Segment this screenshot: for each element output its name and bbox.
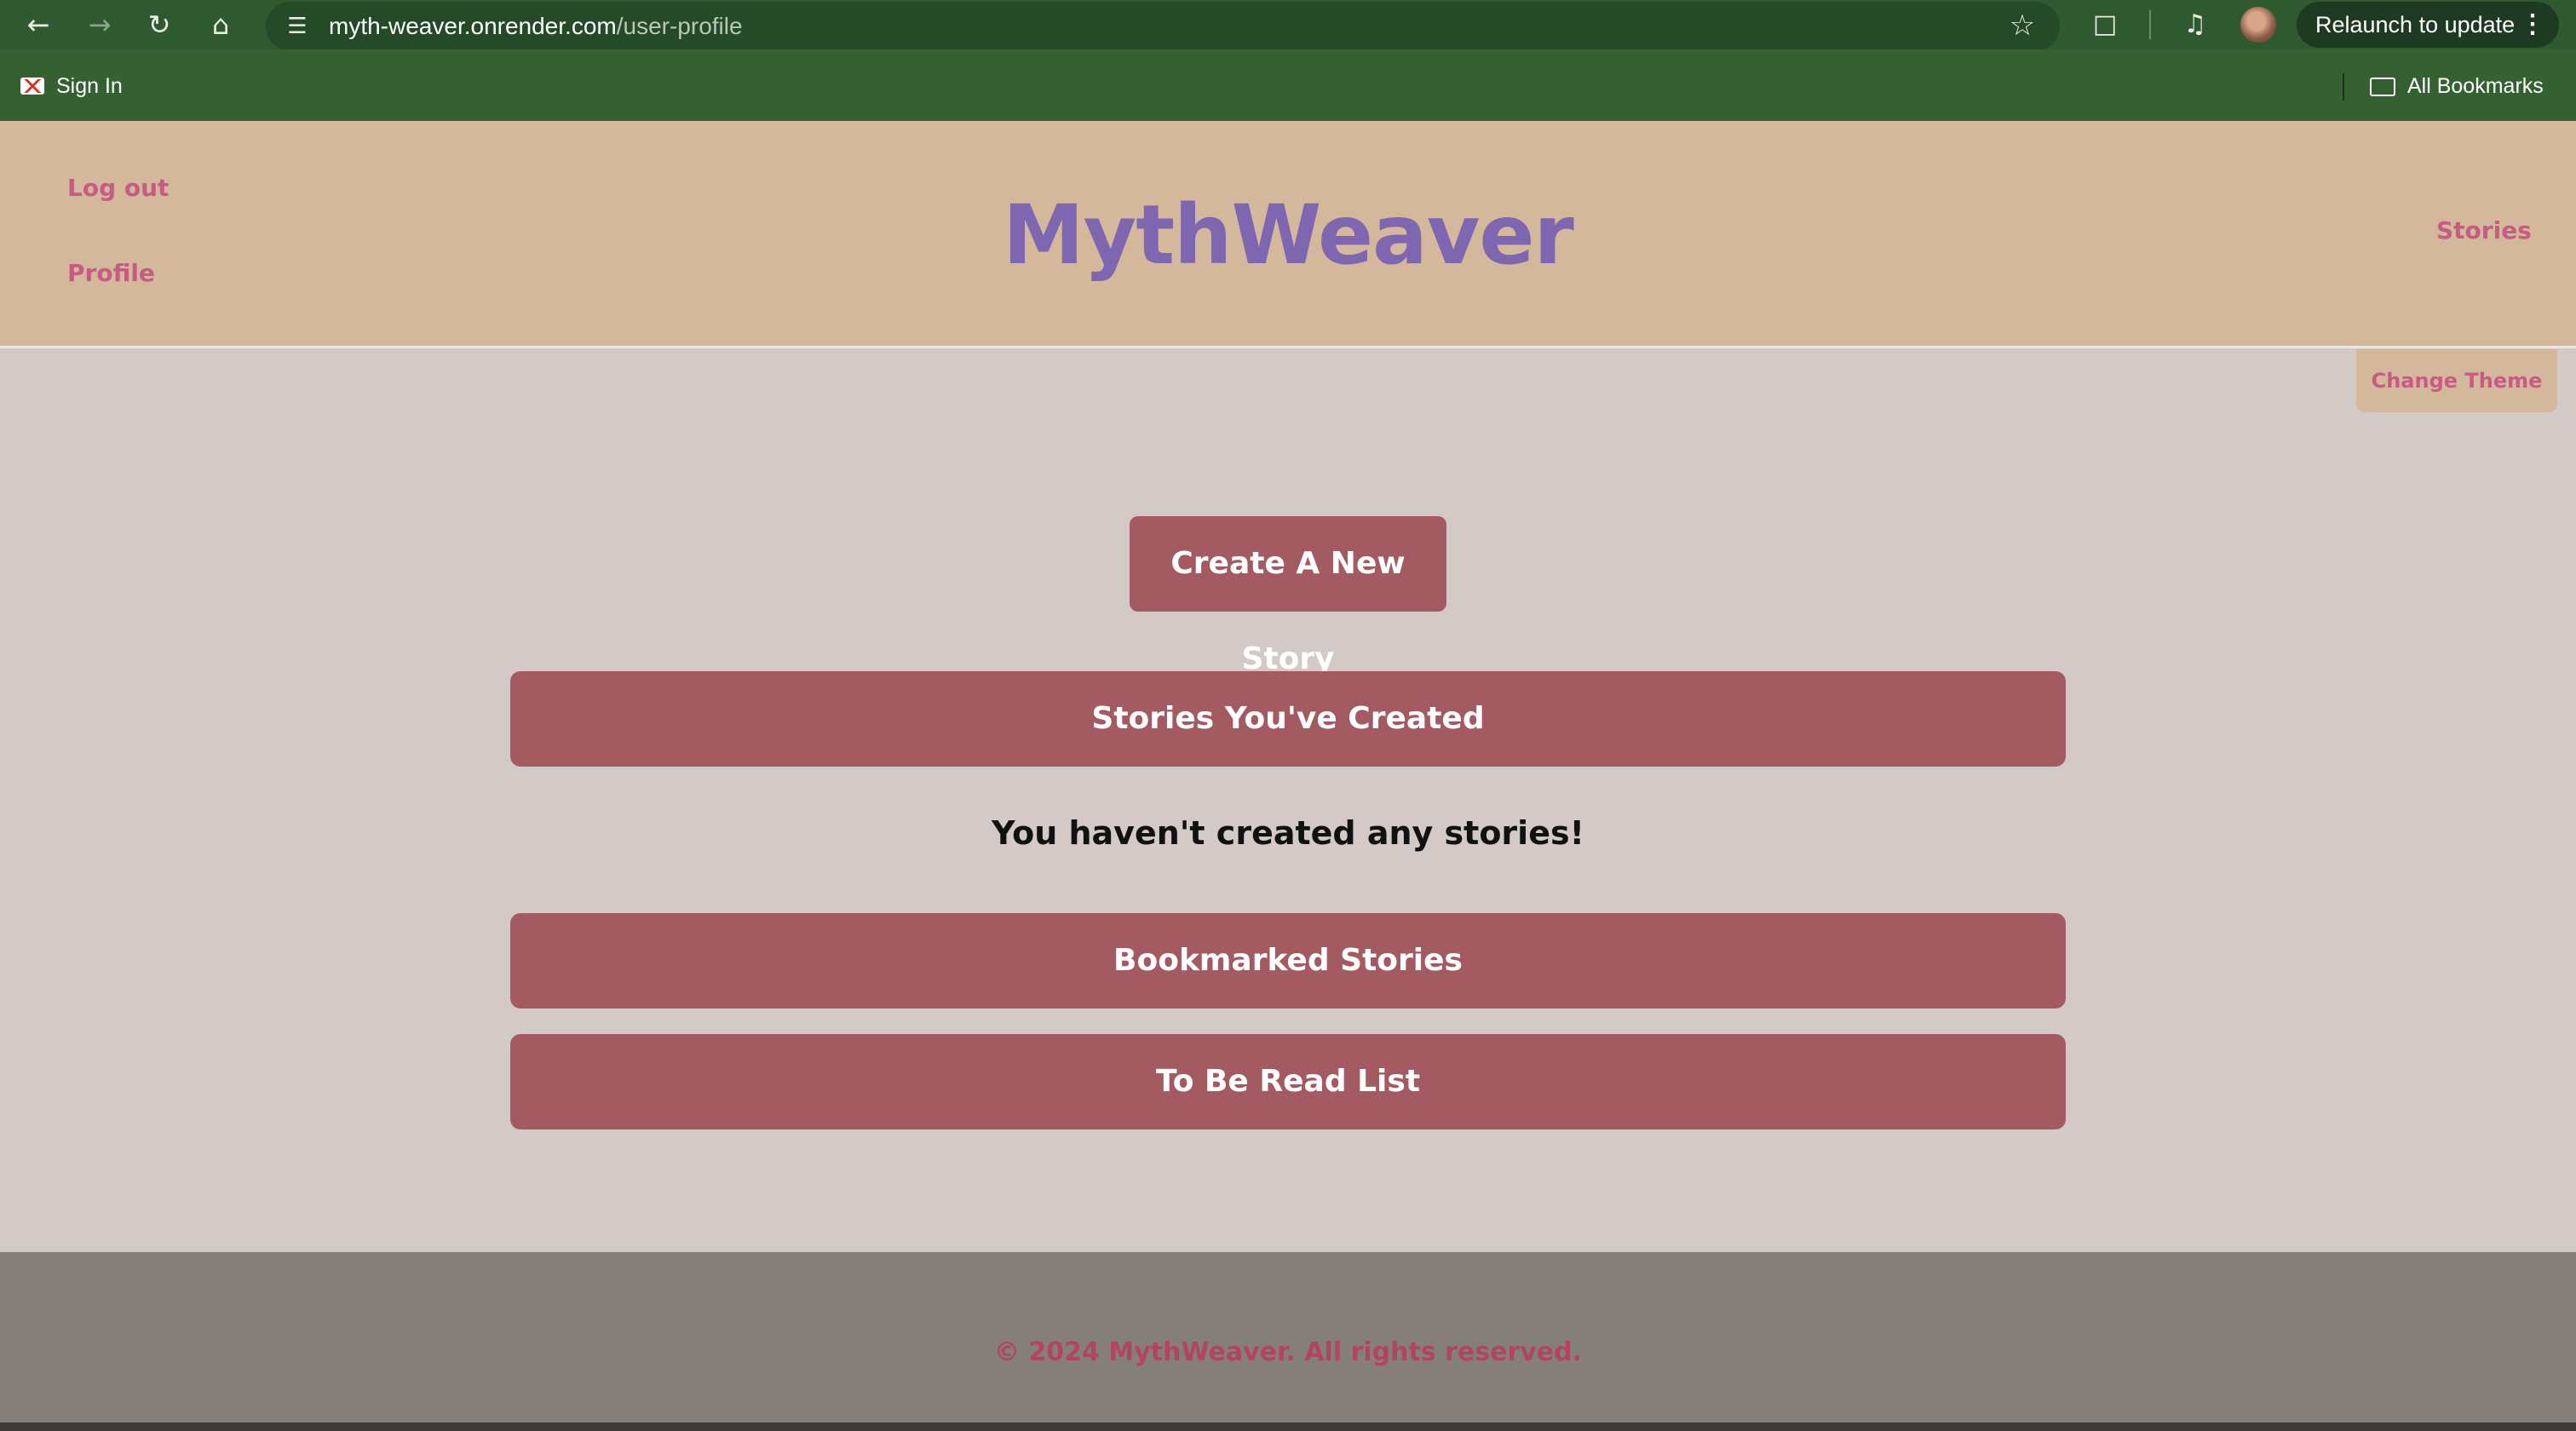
- bookmark-sign-in-label: Sign In: [56, 74, 123, 98]
- folder-icon: [2370, 78, 2395, 96]
- bookmark-sign-in[interactable]: Sign In: [20, 72, 123, 101]
- reload-icon[interactable]: ↻: [141, 7, 177, 43]
- change-theme-button[interactable]: Change Theme: [2356, 349, 2557, 412]
- to-be-read-button[interactable]: To Be Read List: [510, 1034, 2066, 1129]
- site-info-icon[interactable]: ☰: [281, 10, 313, 43]
- site-logo[interactable]: MythWeaver: [0, 187, 2576, 283]
- media-controls-icon[interactable]: ♫: [2177, 7, 2213, 43]
- gmail-icon: [20, 78, 44, 95]
- create-story-button[interactable]: Create A New Story: [1130, 516, 1446, 676]
- extensions-icon[interactable]: □: [2087, 7, 2123, 43]
- forward-icon[interactable]: →: [82, 7, 118, 43]
- more-menu-icon[interactable]: ⋮: [2520, 2, 2545, 48]
- url-text[interactable]: myth-weaver.onrender.com/user-profile: [329, 2, 743, 51]
- empty-stories-message: You haven't created any stories!: [992, 814, 1584, 852]
- url-domain: myth-weaver.onrender.com: [329, 13, 617, 39]
- bookmark-star-icon[interactable]: ☆: [2005, 9, 2039, 43]
- relaunch-label: Relaunch to update: [2315, 12, 2516, 37]
- site-header: Log out Profile MythWeaver Stories: [0, 121, 2576, 348]
- browser-toolbar: ← → ↻ ⌂ ☰ myth-weaver.onrender.com/user-…: [0, 0, 2576, 51]
- address-bar[interactable]: ☰ myth-weaver.onrender.com/user-profile …: [266, 2, 2060, 51]
- stories-link[interactable]: Stories: [2436, 216, 2532, 244]
- bookmarks-bar: [0, 49, 2576, 121]
- profile-avatar[interactable]: [2240, 7, 2276, 43]
- created-stories-button[interactable]: Stories You've Created: [510, 671, 2066, 767]
- home-icon[interactable]: ⌂: [203, 7, 239, 43]
- url-path: /user-profile: [616, 13, 743, 39]
- back-icon[interactable]: ←: [20, 7, 56, 43]
- bookmarks-divider: [2343, 73, 2344, 101]
- window-bottom-edge: [0, 1422, 2576, 1431]
- site-footer: © 2024 MythWeaver. All rights reserved.: [0, 1252, 2576, 1422]
- bookmarked-stories-button[interactable]: Bookmarked Stories: [510, 913, 2066, 1009]
- relaunch-button[interactable]: Relaunch to update ⋮: [2297, 2, 2559, 48]
- all-bookmarks-label: All Bookmarks: [2407, 74, 2544, 98]
- copyright-text: © 2024 MythWeaver. All rights reserved.: [993, 1337, 1583, 1367]
- toolbar-divider: [2149, 10, 2151, 39]
- all-bookmarks-button[interactable]: All Bookmarks: [2370, 72, 2544, 101]
